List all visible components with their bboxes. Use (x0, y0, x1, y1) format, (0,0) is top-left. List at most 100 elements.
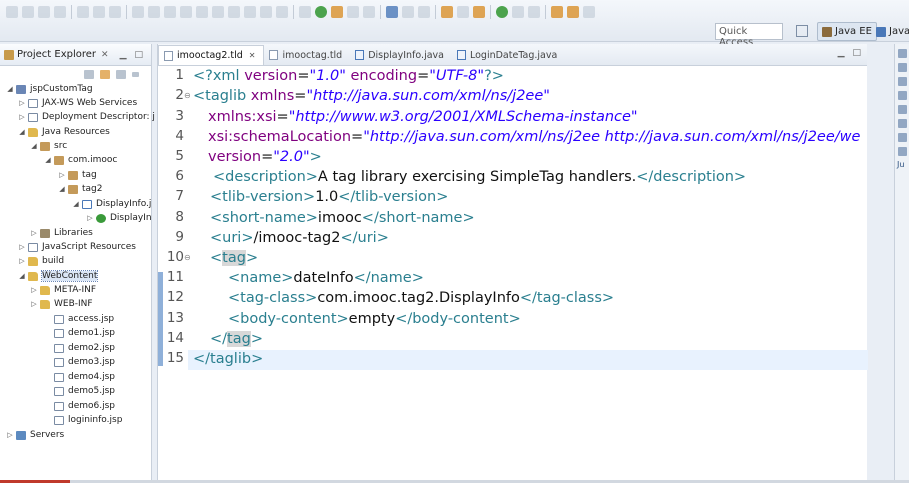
tab-logindatetag-java[interactable]: LoginDateTag.java (452, 45, 565, 65)
debug-icon[interactable] (331, 6, 343, 18)
servers-icon[interactable] (897, 105, 907, 114)
minimize-icon[interactable]: ▁ (838, 48, 845, 58)
project-explorer-tab[interactable]: Project Explorer ✕ ▁ □ (0, 44, 151, 66)
tree-item-src[interactable]: ◢ src (30, 139, 67, 153)
tree-item-meta-inf[interactable]: ▷ META-INF (30, 283, 96, 297)
terminate-icon[interactable] (180, 6, 192, 18)
tree-item-servers[interactable]: ▷ Servers (6, 428, 64, 442)
tree-item-demo6-jsp[interactable]: demo6.jsp (44, 399, 115, 413)
expanded-arrow-icon[interactable]: ◢ (18, 128, 26, 136)
expanded-arrow-icon[interactable]: ◢ (44, 156, 52, 164)
link-with-editor-icon[interactable] (100, 69, 110, 79)
web-browser-icon[interactable] (496, 6, 508, 18)
tree-item-displayinfo-j[interactable]: ◢ DisplayInfo.j (72, 197, 151, 211)
console-icon[interactable] (897, 147, 907, 156)
quick-access-field[interactable]: Quick Access (715, 23, 783, 48)
code-editor[interactable]: 1 2 ⊖ 3 4 5 6 7 8 9 10 ⊖ 11 12 13 14 15 <?xml version="1… (158, 66, 868, 480)
filter-icon[interactable] (116, 69, 126, 79)
perspective-javaee-button[interactable]: Java EE (817, 22, 877, 41)
step-into-icon[interactable] (212, 6, 224, 18)
open-task-icon[interactable] (457, 6, 469, 18)
coverage-icon[interactable] (363, 6, 375, 18)
tree-item-tag2[interactable]: ◢ tag2 (58, 182, 102, 196)
use-step-filters-icon[interactable] (276, 6, 288, 18)
tab-imooctag-tld[interactable]: imooctag.tld (264, 45, 350, 65)
tab-imooctag2-tld[interactable]: imooctag2.tld ✕ (158, 45, 265, 65)
print-icon[interactable] (54, 6, 66, 18)
forward-arrow-icon[interactable] (567, 6, 579, 18)
collapsed-arrow-icon[interactable]: ▷ (6, 431, 14, 439)
drop-to-frame-icon[interactable] (260, 6, 272, 18)
expanded-arrow-icon[interactable]: ◢ (18, 272, 26, 280)
annotation-prev-icon[interactable] (528, 6, 540, 18)
new-icon[interactable] (6, 6, 18, 18)
collapsed-arrow-icon[interactable]: ▷ (18, 243, 26, 251)
run-icon[interactable] (315, 6, 327, 18)
toggle-mark-icon[interactable] (109, 6, 121, 18)
close-icon[interactable]: ✕ (101, 50, 109, 60)
open-perspective-icon[interactable] (796, 25, 808, 37)
new-server-icon[interactable] (386, 6, 398, 18)
tree-item-com-imooc[interactable]: ◢ com.imooc (44, 153, 117, 167)
tree-item-demo4-jsp[interactable]: demo4.jsp (44, 370, 115, 384)
maximize-icon[interactable]: □ (852, 48, 861, 58)
tree-item-java-resources[interactable]: ◢ Java Resources (18, 125, 110, 139)
collapsed-arrow-icon[interactable]: ▷ (30, 229, 38, 237)
properties-icon[interactable] (897, 91, 907, 100)
fold-toggle-icon[interactable]: ⊖ (184, 91, 191, 100)
new-package-icon[interactable] (418, 6, 430, 18)
expanded-arrow-icon[interactable]: ◢ (58, 185, 66, 193)
perspective-java-button[interactable]: Java (872, 22, 909, 41)
external-tools-icon[interactable] (347, 6, 359, 18)
view-menu-chevron-down-icon[interactable] (132, 71, 139, 77)
open-type-icon[interactable] (441, 6, 453, 18)
step-return-icon[interactable] (244, 6, 256, 18)
junit-label[interactable]: Ju (897, 160, 907, 169)
tree-item-libraries[interactable]: ▷ Libraries (30, 226, 93, 240)
data-source-icon[interactable] (897, 119, 907, 128)
collapsed-arrow-icon[interactable]: ▷ (30, 300, 38, 308)
tree-item-logininfo-jsp[interactable]: logininfo.jsp (44, 413, 122, 427)
collapsed-arrow-icon[interactable]: ▷ (86, 214, 94, 222)
tree-item-jspcustomtag[interactable]: ◢ jspCustomTag (6, 82, 92, 96)
maximize-icon[interactable]: □ (134, 50, 143, 60)
task-list-icon[interactable] (897, 63, 907, 72)
tree-item-web-inf[interactable]: ▷ WEB-INF (30, 297, 92, 311)
collapsed-arrow-icon[interactable]: ▷ (18, 99, 26, 107)
collapsed-arrow-icon[interactable]: ▷ (18, 113, 26, 121)
tree-item-demo3-jsp[interactable]: demo3.jsp (44, 355, 115, 369)
back-arrow-icon[interactable] (551, 6, 563, 18)
tree-item-displayin[interactable]: ▷ DisplayIn (86, 211, 151, 225)
new-class-icon[interactable] (402, 6, 414, 18)
snippets-icon[interactable] (897, 133, 907, 142)
collapsed-arrow-icon[interactable]: ▷ (30, 286, 38, 294)
gear-icon[interactable] (299, 6, 311, 18)
expanded-arrow-icon[interactable]: ◢ (30, 142, 38, 150)
publish-icon[interactable] (93, 6, 105, 18)
tree-item-demo1-jsp[interactable]: demo1.jsp (44, 326, 115, 340)
close-icon[interactable]: ✕ (249, 51, 256, 60)
server-icon[interactable] (77, 6, 89, 18)
expanded-arrow-icon[interactable]: ◢ (6, 85, 14, 93)
resume-icon[interactable] (148, 6, 160, 18)
suspend-icon[interactable] (164, 6, 176, 18)
tree-item-javascript-resources[interactable]: ▷ JavaScript Resources (18, 240, 136, 254)
annotation-next-icon[interactable] (512, 6, 524, 18)
tree-item-jax-ws-web-services[interactable]: ▷ JAX-WS Web Services (18, 96, 137, 110)
markers-icon[interactable] (897, 77, 907, 86)
collapsed-arrow-icon[interactable]: ▷ (18, 257, 26, 265)
tree-item-access-jsp[interactable]: access.jsp (44, 312, 114, 326)
save-icon[interactable] (22, 6, 34, 18)
tree-item-build[interactable]: ▷ build (18, 254, 64, 268)
minimize-icon[interactable]: ▁ (120, 50, 127, 60)
collapsed-arrow-icon[interactable]: ▷ (58, 171, 66, 179)
tree-item-demo2-jsp[interactable]: demo2.jsp (44, 341, 115, 355)
tree-item-webcontent[interactable]: ◢ WebContent (18, 269, 99, 283)
tab-displayinfo-java[interactable]: DisplayInfo.java (350, 45, 452, 65)
step-over-icon[interactable] (228, 6, 240, 18)
tree-item-deployment-descriptor-j[interactable]: ▷ Deployment Descriptor: j (18, 110, 155, 124)
disconnect-icon[interactable] (196, 6, 208, 18)
skip-breakpoints-icon[interactable] (132, 6, 144, 18)
search-icon[interactable] (473, 6, 485, 18)
expanded-arrow-icon[interactable]: ◢ (72, 200, 80, 208)
